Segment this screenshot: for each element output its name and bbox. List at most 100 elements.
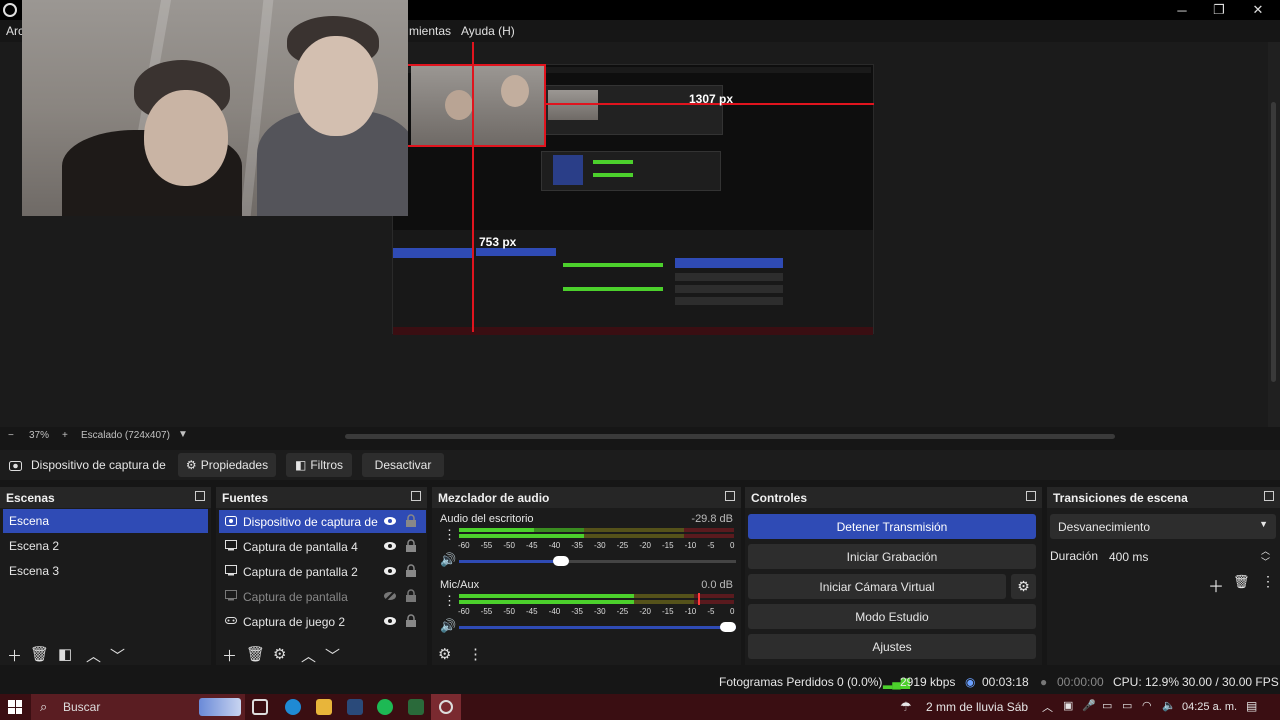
zoom-out-button[interactable]: − [8,430,14,441]
undock-icon[interactable] [1264,491,1274,501]
clock[interactable]: 04:25 a. m. [1182,701,1237,713]
meter-tick-label: -5 [707,541,715,550]
scene-item[interactable]: Escena 3 [3,559,208,583]
eye-icon[interactable] [383,614,397,628]
speaker-icon[interactable]: 🔊 [440,552,456,568]
spin-down-icon[interactable]: ﹀ [1261,555,1270,568]
deactivate-button[interactable]: Desactivar [362,453,444,477]
lock-icon[interactable] [405,514,417,528]
zoom-in-button[interactable]: + [62,430,68,441]
stop-streaming-button[interactable]: Detener Transmisión [748,514,1036,539]
restore-button[interactable]: ❐ [1200,0,1238,20]
windows-start-icon[interactable] [8,700,22,714]
meter-tick-label: -5 [707,607,715,616]
gear-icon[interactable]: ⚙ [273,645,286,663]
move-up-icon[interactable]: ︿ [301,645,316,666]
kebab-menu-icon[interactable]: ⋮ [1261,573,1275,590]
undock-icon[interactable] [411,491,421,501]
kebab-menu-icon[interactable]: ⋮ [443,593,456,609]
start-recording-button[interactable]: Iniciar Grabación [748,544,1036,569]
virtual-camera-settings-button[interactable]: ⚙ [1011,574,1036,599]
volume-slider[interactable] [459,556,736,566]
move-down-icon[interactable]: ﹀ [110,645,125,666]
lock-icon[interactable] [405,589,417,603]
advanced-audio-icon[interactable]: ⚙ [438,645,451,663]
meter-tick-label: -55 [480,541,493,550]
selected-source-name: Dispositivo de captura de v [31,458,167,472]
add-source-icon[interactable]: ＋ [222,645,237,666]
webcam-source-preview[interactable] [22,0,408,216]
tray-app-icon[interactable]: ▣ [1063,699,1073,712]
channel-db: 0.0 dB [701,579,733,591]
lock-icon[interactable] [405,539,417,553]
filters-button[interactable]: ◧ Filtros [286,453,352,477]
file-explorer-icon[interactable] [316,699,332,715]
meter-tick-label: -10 [684,541,697,550]
taskbar-search[interactable]: ⌕ Buscar [31,694,245,720]
edge-icon[interactable] [285,699,301,715]
eye-icon[interactable] [383,514,397,528]
menu-help[interactable]: Ayuda (H) [461,24,515,38]
settings-button[interactable]: Ajustes [748,634,1036,659]
undock-icon[interactable] [725,491,735,501]
scene-filters-icon[interactable]: ◧ [58,645,72,663]
scene-item[interactable]: Escena [3,509,208,533]
minimize-button[interactable]: ─ [1163,0,1201,20]
start-virtual-camera-button[interactable]: Iniciar Cámara Virtual [748,574,1006,599]
transition-select[interactable]: Desvanecimiento ▼ [1050,514,1276,539]
speaker-icon[interactable]: 🔊 [440,618,456,634]
channel-db: -29.8 dB [691,513,733,525]
preview-horizontal-scrollbar[interactable] [345,434,1115,439]
search-placeholder: Buscar [63,700,101,714]
lock-icon[interactable] [405,564,417,578]
kebab-menu-icon[interactable]: ⋮ [468,645,483,663]
obs-logo-icon [3,3,17,17]
studio-mode-button[interactable]: Modo Estudio [748,604,1036,629]
monitor-icon [225,540,237,551]
chevron-down-icon[interactable]: ▼ [178,429,188,440]
volume-slider[interactable] [459,622,736,632]
source-item[interactable]: Captura de juego 2 [219,610,426,633]
preview-vertical-scrollbar[interactable] [1268,42,1280,427]
trash-icon[interactable]: 🗑 [30,645,49,663]
volume-icon[interactable]: 🔈 [1162,699,1176,712]
notifications-icon[interactable]: ▤ [1246,699,1257,713]
move-up-icon[interactable]: ︿ [86,645,101,666]
source-item[interactable]: Captura de pantalla 2 [219,560,426,583]
controls-title: Controles [745,487,1042,508]
source-item[interactable]: Captura de pantalla 4 [219,535,426,558]
tray-chevron-icon[interactable]: ︿ [1042,699,1053,715]
undock-icon[interactable] [195,491,205,501]
record-time: 00:00:00 [1057,675,1104,689]
duration-spinbox[interactable]: 400 ms ︿ ﹀ [1101,544,1276,569]
close-button[interactable]: ✕ [1239,0,1277,20]
move-down-icon[interactable]: ﹀ [325,645,340,666]
meter-tick-label: -25 [616,541,629,550]
trash-icon[interactable]: 🗑 [246,645,265,663]
display-icon[interactable]: ▭ [1102,699,1112,712]
battery-icon[interactable]: ▭ [1122,699,1132,712]
app-icon[interactable] [408,699,424,715]
wifi-icon[interactable]: ◠ [1142,699,1152,712]
weather-text[interactable]: 2 mm de lluvia Sáb [926,700,1028,714]
undock-icon[interactable] [1026,491,1036,501]
source-item[interactable]: Dispositivo de captura de v [219,510,426,533]
scene-item[interactable]: Escena 2 [3,534,208,558]
steam-icon[interactable] [347,699,363,715]
source-item[interactable]: Captura de pantalla [219,585,426,608]
trash-icon[interactable]: 🗑 [1233,574,1250,590]
microphone-icon[interactable]: 🎤 [1082,699,1096,712]
properties-button[interactable]: ⚙ Propiedades [178,453,276,477]
add-scene-icon[interactable]: ＋ [7,645,22,666]
task-view-icon[interactable] [252,699,268,715]
lock-icon[interactable] [405,614,417,628]
add-transition-icon[interactable]: ＋ [1208,573,1224,597]
eye-icon[interactable] [383,539,397,553]
eye-icon[interactable] [383,564,397,578]
spotify-icon[interactable] [377,699,393,715]
menu-tools[interactable]: mientas [409,24,451,38]
eye-hidden-icon[interactable] [383,589,397,603]
meter-tick-label: -20 [639,541,651,550]
kebab-menu-icon[interactable]: ⋮ [443,527,456,543]
obs-taskbar-button[interactable] [431,694,461,720]
